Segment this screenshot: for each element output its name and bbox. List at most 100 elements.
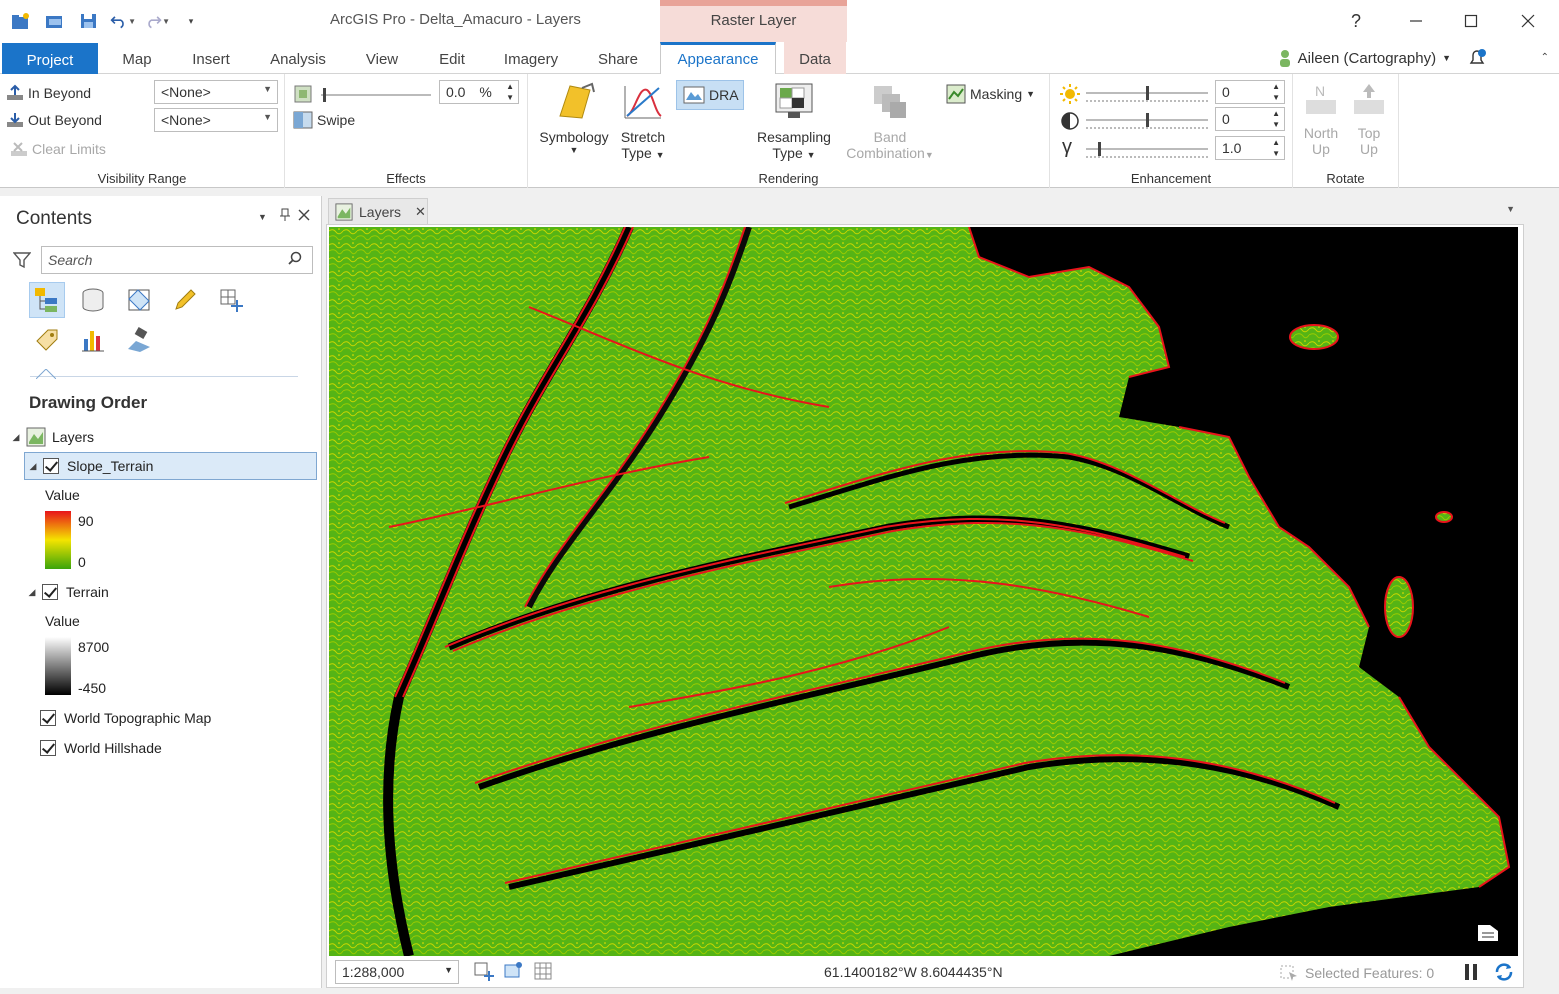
- close-pane-icon[interactable]: [298, 208, 310, 224]
- collapse-icon[interactable]: ◢: [10, 432, 22, 443]
- effects-label: Effects: [386, 171, 426, 186]
- tab-share[interactable]: Share: [584, 42, 652, 74]
- layer-visibility-checkbox[interactable]: [40, 710, 56, 726]
- legend-min-label: 0: [78, 554, 86, 570]
- notification-icon[interactable]: [1467, 48, 1489, 68]
- brightness-slider[interactable]: [1086, 86, 1208, 102]
- list-by-drawing-order-icon[interactable]: [29, 282, 65, 318]
- help-button[interactable]: ?: [1340, 8, 1372, 34]
- list-by-data-source-icon[interactable]: [75, 282, 111, 318]
- swipe-button[interactable]: Swipe: [293, 111, 355, 129]
- list-charts-icon[interactable]: [75, 322, 111, 358]
- list-by-editing-icon[interactable]: [167, 282, 203, 318]
- visibility-range-label: Visibility Range: [97, 171, 187, 186]
- tab-appearance[interactable]: Appearance: [660, 42, 776, 75]
- list-perspective-imagery-icon[interactable]: [121, 322, 157, 358]
- tree-item-world-hillshade[interactable]: World Hillshade: [40, 735, 162, 761]
- list-by-snapping-icon[interactable]: [213, 282, 249, 318]
- symbology-icon: [559, 82, 595, 119]
- map-notes-icon[interactable]: [1476, 923, 1500, 946]
- customize-qat-icon[interactable]: ▾: [178, 8, 204, 34]
- search-input[interactable]: Search: [41, 246, 313, 274]
- list-by-labeling-icon[interactable]: [29, 322, 65, 358]
- slope-color-ramp: [45, 511, 71, 569]
- tab-list-dropdown-icon[interactable]: ▼: [1506, 204, 1515, 214]
- tree-item-terrain[interactable]: ◢ Terrain: [26, 579, 109, 605]
- collapse-icon[interactable]: ◢: [26, 587, 38, 598]
- tree-item-world-topographic-map[interactable]: World Topographic Map: [40, 705, 211, 731]
- tab-view[interactable]: View: [352, 42, 412, 74]
- in-beyond-scale-combo[interactable]: <None> ▼: [154, 80, 278, 104]
- masking-button[interactable]: Masking ▼: [946, 84, 1035, 104]
- out-beyond-button[interactable]: Out Beyond: [6, 111, 102, 129]
- gamma-spinner[interactable]: 1.0 ▲ ▼: [1215, 136, 1285, 160]
- collapse-ribbon-icon[interactable]: ⌃: [1541, 52, 1549, 63]
- contrast-spinner[interactable]: 0 ▲ ▼: [1215, 107, 1285, 131]
- clear-limits-icon: [11, 142, 27, 156]
- legend-min-label: -450: [78, 680, 107, 696]
- map-scale-combo[interactable]: 1:288,000 ▼: [335, 960, 459, 984]
- gamma-slider[interactable]: [1086, 142, 1208, 158]
- in-beyond-button[interactable]: In Beyond: [6, 84, 91, 102]
- layer-visibility-checkbox[interactable]: [43, 458, 59, 474]
- title-bar: ▼ ▼ ▾ ArcGIS Pro - Delta_Amacuro - Layer…: [0, 0, 1559, 74]
- map-canvas[interactable]: [329, 227, 1518, 956]
- out-beyond-scale-combo[interactable]: <None> ▼: [154, 108, 278, 132]
- visibility-range-group: In Beyond Out Beyond Clear Limits <None>…: [0, 74, 285, 188]
- save-project-icon[interactable]: [76, 8, 102, 34]
- map-tab-strip: Layers ✕ ▼: [326, 196, 1559, 224]
- grid-toggle-icon[interactable]: [533, 961, 553, 981]
- fixed-zoom-icon[interactable]: [473, 961, 495, 981]
- symbology-button[interactable]: Symbology ▼: [534, 82, 614, 155]
- minimize-icon[interactable]: [1400, 8, 1432, 34]
- close-icon[interactable]: [1512, 8, 1544, 34]
- tab-data[interactable]: Data: [784, 42, 846, 74]
- clear-limits-button[interactable]: Clear Limits: [10, 140, 106, 158]
- north-up-button[interactable]: N North Up: [1297, 82, 1345, 157]
- tab-project[interactable]: Project: [2, 43, 98, 74]
- open-project-icon[interactable]: [42, 8, 68, 34]
- swipe-icon: [293, 111, 313, 129]
- undo-icon[interactable]: ▼: [110, 8, 136, 34]
- rotate-group: N North Up Top Up Rotate: [1293, 74, 1399, 188]
- band-combination-button[interactable]: Band Combination▼: [838, 82, 942, 161]
- tab-edit[interactable]: Edit: [424, 42, 480, 74]
- pause-drawing-icon[interactable]: [1463, 963, 1479, 981]
- pane-options-icon[interactable]: ▼: [258, 212, 267, 222]
- user-icon: [1279, 50, 1290, 67]
- tree-root-layers[interactable]: ◢ Layers: [10, 424, 94, 450]
- user-account[interactable]: Aileen (Cartography) ▼: [1278, 48, 1489, 68]
- tab-analysis[interactable]: Analysis: [258, 42, 338, 74]
- layer-visibility-checkbox[interactable]: [42, 584, 58, 600]
- contrast-slider[interactable]: [1086, 113, 1208, 129]
- list-by-selection-icon[interactable]: [121, 282, 157, 318]
- brightness-icon: [1060, 84, 1080, 104]
- tree-item-slope-terrain[interactable]: ◢ Slope_Terrain: [24, 452, 317, 480]
- dra-icon: [683, 86, 705, 104]
- maximize-icon[interactable]: [1455, 8, 1487, 34]
- cursor-coordinates: 61.1400182°W 8.6044435°N: [824, 964, 1003, 980]
- tab-insert[interactable]: Insert: [178, 42, 244, 74]
- tab-map[interactable]: Map: [104, 42, 170, 74]
- stretch-type-icon: [624, 86, 662, 119]
- top-up-button[interactable]: Top Up: [1345, 82, 1393, 157]
- transparency-spinner[interactable]: 0.0 % ▲ ▼: [439, 80, 519, 104]
- contents-pane: Contents ▼ Search Drawing Order ◢ Layers…: [0, 196, 322, 988]
- dra-button[interactable]: DRA: [676, 80, 744, 110]
- brightness-spinner[interactable]: 0 ▲ ▼: [1215, 80, 1285, 104]
- transparency-slider[interactable]: [321, 88, 431, 102]
- map-view-tab[interactable]: Layers ✕: [328, 198, 428, 224]
- layer-visibility-checkbox[interactable]: [40, 740, 56, 756]
- refresh-icon[interactable]: [1493, 961, 1515, 983]
- resampling-type-button[interactable]: Resampling Type ▼: [752, 82, 836, 161]
- new-project-icon[interactable]: [8, 8, 34, 34]
- pin-icon[interactable]: [279, 208, 291, 225]
- filter-icon[interactable]: [12, 251, 32, 272]
- selected-features[interactable]: Selected Features: 0: [1279, 964, 1434, 982]
- collapse-icon[interactable]: ◢: [27, 461, 39, 472]
- snapping-toggle-icon[interactable]: [503, 961, 525, 981]
- close-tab-icon[interactable]: ✕: [415, 204, 426, 220]
- tab-imagery[interactable]: Imagery: [494, 42, 568, 74]
- redo-icon[interactable]: ▼: [144, 8, 170, 34]
- stretch-type-button[interactable]: Stretch Type ▼: [616, 82, 670, 161]
